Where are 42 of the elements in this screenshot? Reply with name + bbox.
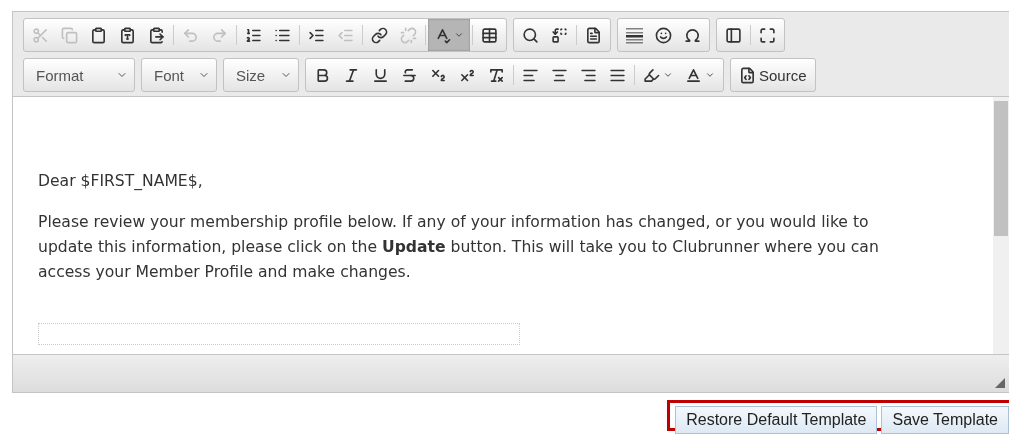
caret-icon [705, 70, 715, 80]
source-button[interactable]: Source [733, 59, 813, 91]
numbered-list-icon [245, 26, 262, 44]
search-icon [522, 26, 539, 44]
text-color-icon [685, 66, 702, 84]
maximize-icon [759, 26, 776, 44]
dropdown[interactable]: Size [223, 58, 299, 92]
code-file-icon [739, 66, 756, 84]
toolbar-button[interactable] [428, 19, 470, 51]
remove-format-icon [488, 66, 505, 84]
clipboard-icon [148, 26, 165, 44]
highlighter-icon [643, 66, 660, 84]
dropdown[interactable]: Format [23, 58, 135, 92]
horizontal-lines-icon [626, 26, 643, 44]
clipboard-icon [90, 26, 107, 44]
strikethrough-icon [401, 66, 418, 84]
redo-icon [211, 26, 228, 44]
document-icon [585, 26, 602, 44]
spellcheck-icon [434, 26, 451, 44]
italic-icon [343, 66, 360, 84]
resize-handle-icon[interactable] [995, 378, 1005, 388]
underline-icon [372, 66, 389, 84]
paragraph: Please review your membership profile below. If any of your information has changed, or you would like to update this information, please click on the Update button. This will take you to Clubrunner where you can access your Member Profile and make changes. [38, 212, 880, 283]
bold-icon [314, 66, 331, 84]
undo-icon [182, 26, 199, 44]
replace-icon [551, 26, 568, 44]
caret-icon [663, 70, 673, 80]
dropdown[interactable]: Font [141, 58, 217, 92]
omega-icon [684, 26, 701, 44]
template-button[interactable]: Save Template [881, 406, 1009, 434]
table-icon [481, 26, 498, 44]
copy-icon [61, 26, 78, 44]
caret-icon [454, 30, 464, 40]
link-icon [371, 26, 388, 44]
clipboard-text-icon [119, 26, 136, 44]
unlink-icon [400, 26, 417, 44]
smiley-icon [655, 26, 672, 44]
scissors-icon [32, 26, 49, 44]
blocks-icon [725, 26, 742, 44]
paragraph: Dear $FIRST_NAME$, [38, 171, 204, 192]
template-button[interactable]: Restore Default Template [675, 406, 878, 434]
scrollbar[interactable] [993, 97, 1009, 354]
